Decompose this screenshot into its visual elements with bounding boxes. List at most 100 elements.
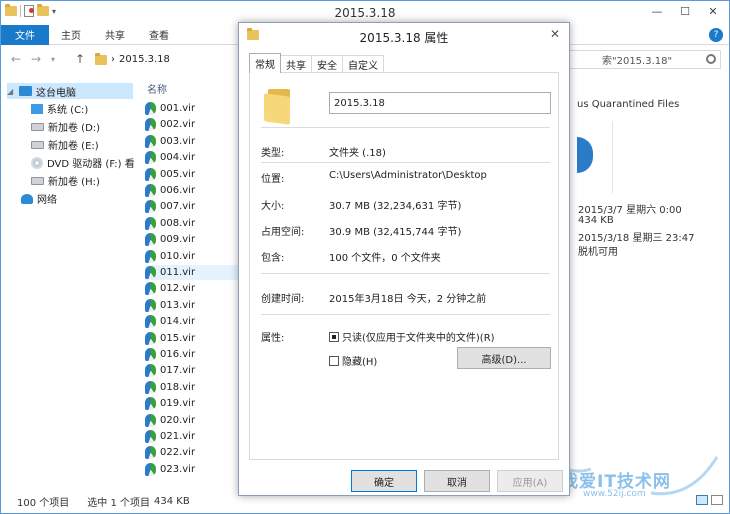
checkbox-icon[interactable] [329, 355, 339, 366]
watermark-url: www.52ij.com [583, 489, 646, 499]
ok-button[interactable]: 确定 [351, 470, 417, 492]
dialog-tabs: 常规 共享 安全 自定义 [249, 53, 384, 73]
help-icon[interactable]: ? [709, 28, 723, 42]
computer-icon [19, 86, 32, 96]
file-row[interactable]: 015.vir [145, 331, 239, 346]
vir-file-icon [145, 216, 156, 230]
tab-file[interactable]: 文件 [1, 24, 49, 45]
file-row[interactable]: 023.vir [145, 462, 239, 477]
nav-item-drive-e[interactable]: 新加卷 (E:) [31, 137, 99, 152]
file-type-icon [577, 137, 593, 173]
file-row[interactable]: 022.vir [145, 445, 239, 460]
file-row[interactable]: 017.vir [145, 363, 239, 378]
navigation-pane: ◢ 这台电脑 系统 (C:) 新加卷 (D:) 新加卷 (E:) DVD 驱动器… [1, 77, 139, 487]
size-label: 大小: [261, 201, 285, 212]
file-row[interactable]: 018.vir [145, 380, 239, 395]
file-row[interactable]: 006.vir [145, 183, 239, 198]
file-name: 022.vir [160, 447, 196, 459]
type-label: 类型: [261, 148, 285, 159]
file-row[interactable]: 012.vir [145, 281, 239, 296]
nav-item-network[interactable]: 网络 [21, 191, 57, 206]
created-label: 创建时间: [261, 294, 305, 305]
file-row[interactable]: 011.vir [145, 265, 239, 280]
vir-file-icon [145, 200, 156, 214]
file-row[interactable]: 021.vir [145, 429, 239, 444]
window-title: 2015.3.18 [334, 6, 396, 20]
status-item-count: 100 个项目 [17, 497, 70, 509]
tab-general[interactable]: 常规 [249, 53, 281, 73]
search-icon[interactable] [706, 54, 716, 64]
tab-security[interactable]: 安全 [311, 55, 343, 73]
hidden-checkbox[interactable]: 隐藏(H) [329, 353, 377, 368]
apply-button[interactable]: 应用(A) [497, 470, 563, 492]
file-row[interactable]: 007.vir [145, 199, 239, 214]
close-button[interactable]: ✕ [547, 26, 563, 42]
file-name: 014.vir [160, 316, 196, 328]
maximize-button[interactable]: ☐ [671, 1, 699, 21]
file-row[interactable]: 020.vir [145, 413, 239, 428]
file-row[interactable]: 010.vir [145, 249, 239, 264]
file-row[interactable]: 019.vir [145, 396, 239, 411]
vir-file-icon [145, 446, 156, 460]
file-row[interactable]: 009.vir [145, 232, 239, 247]
tab-view[interactable]: 查看 [137, 25, 181, 45]
folder-name-input[interactable]: 2015.3.18 [329, 92, 551, 114]
folder-icon [95, 52, 107, 65]
nav-item-this-pc[interactable]: ◢ 这台电脑 [7, 83, 133, 99]
file-row[interactable]: 003.vir [145, 134, 239, 149]
details-availability: 脱机可用 [578, 247, 618, 258]
readonly-checkbox[interactable]: 只读(仅应用于文件夹中的文件)(R) [329, 329, 495, 344]
file-row[interactable]: 014.vir [145, 314, 239, 329]
file-name: 018.vir [160, 381, 196, 393]
nav-item-label: 网络 [37, 195, 57, 206]
nav-item-drive-h[interactable]: 新加卷 (H:) [31, 173, 100, 188]
divider [261, 314, 550, 315]
file-name: 016.vir [160, 349, 196, 360]
nav-item-label: DVD 驱动器 (F:) 看 [47, 159, 135, 170]
file-name: 020.vir [160, 414, 196, 426]
tab-sharing[interactable]: 共享 [280, 55, 312, 73]
tab-customize[interactable]: 自定义 [342, 55, 384, 73]
file-row[interactable]: 013.vir [145, 298, 239, 313]
network-icon [21, 193, 33, 204]
file-row[interactable]: 002.vir [145, 117, 239, 132]
file-row[interactable]: 016.vir [145, 347, 239, 362]
file-name: 012.vir [160, 283, 196, 295]
back-arrow-icon[interactable]: ← [11, 52, 21, 66]
details-modified: 2015/3/7 星期六 0:00 [578, 205, 682, 216]
vir-file-icon [145, 102, 156, 115]
column-header-name[interactable]: 名称 [147, 81, 167, 96]
address-input[interactable]: › 2015.3.18 [91, 50, 241, 69]
file-name: 004.vir [160, 152, 196, 164]
vir-file-icon [145, 184, 156, 197]
vir-file-icon [145, 364, 156, 378]
file-name: 023.vir [160, 463, 196, 475]
path-segment[interactable]: 2015.3.18 [119, 54, 170, 65]
file-row[interactable]: 005.vir [145, 167, 239, 182]
cancel-button[interactable]: 取消 [424, 470, 490, 492]
nav-item-drive-c[interactable]: 系统 (C:) [31, 101, 88, 116]
advanced-button[interactable]: 高级(D)... [457, 347, 551, 369]
nav-item-dvd-f[interactable]: DVD 驱动器 (F:) 看 [31, 155, 135, 170]
minimize-button[interactable]: — [643, 1, 671, 21]
tab-share[interactable]: 共享 [93, 25, 137, 45]
file-row[interactable]: 008.vir [145, 216, 239, 231]
recent-dropdown-icon[interactable]: ▾ [51, 55, 55, 64]
collapse-arrow-icon[interactable]: ◢ [7, 87, 15, 96]
forward-arrow-icon[interactable]: → [31, 52, 41, 66]
search-input[interactable]: 索"2015.3.18" [561, 50, 721, 69]
file-row[interactable]: 001.vir [145, 101, 239, 116]
vir-file-icon [145, 118, 156, 132]
attributes-label: 属性: [261, 333, 285, 344]
file-name: 005.vir [160, 168, 196, 180]
file-row[interactable]: 004.vir [145, 150, 239, 165]
dialog-title: 2015.3.18 属性 [359, 31, 449, 45]
tab-home[interactable]: 主页 [49, 25, 93, 45]
checkbox-mixed-icon[interactable] [329, 331, 339, 342]
nav-item-drive-d[interactable]: 新加卷 (D:) [31, 119, 100, 134]
up-arrow-icon[interactable]: ↑ [75, 52, 85, 66]
created-value: 2015年3月18日 今天，2 分钟之前 [329, 294, 487, 305]
file-name: 006.vir [160, 185, 196, 196]
close-button[interactable]: ✕ [699, 1, 727, 21]
nav-item-label: 系统 (C:) [47, 105, 89, 116]
